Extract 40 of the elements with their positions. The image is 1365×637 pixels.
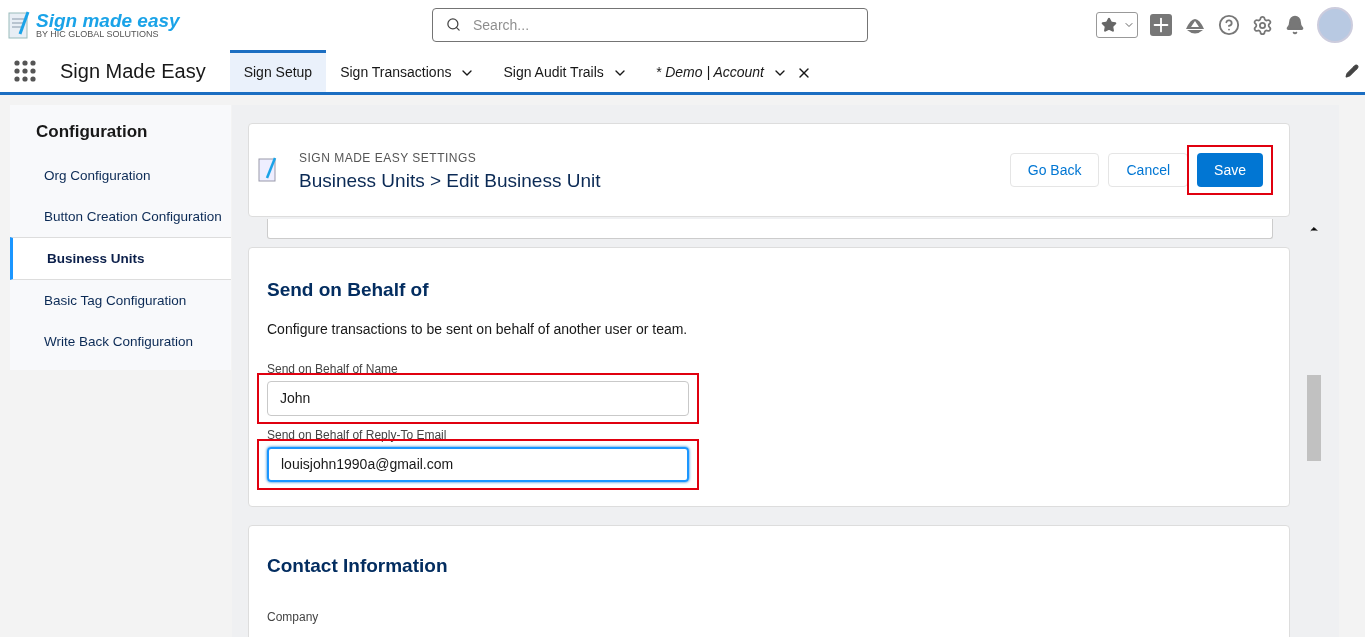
action-button[interactable]: Cancel xyxy=(1108,153,1189,187)
sidebar-item[interactable]: Button Creation Configuration xyxy=(10,195,231,237)
textarea-field[interactable] xyxy=(267,219,1273,239)
section-title: Send on Behalf of xyxy=(267,278,430,302)
logo-subtitle: BY HIC GLOBAL SOLUTIONS xyxy=(36,30,159,39)
sidebar-item[interactable]: Write Back Configuration xyxy=(10,320,231,362)
field-label: Company xyxy=(267,609,320,626)
sidebar-item[interactable]: Basic Tag Configuration xyxy=(10,279,231,321)
star-icon xyxy=(1101,17,1117,33)
action-button[interactable]: Save xyxy=(1197,153,1263,187)
document-pen-icon xyxy=(8,10,32,40)
sidebar-item[interactable]: Org Configuration xyxy=(10,154,231,196)
page-eyebrow: SIGN MADE EASY SETTINGS xyxy=(299,149,478,167)
field-label: Send on Behalf of Name xyxy=(267,360,399,378)
text-input[interactable]: louisjohn1990a@gmail.com xyxy=(267,446,689,482)
nav-tab[interactable]: * Demo | Account xyxy=(641,50,826,92)
sidebar-title: Configuration xyxy=(35,121,149,143)
scrollbar-thumb[interactable] xyxy=(1307,375,1321,461)
section-title: Contact Information xyxy=(267,553,449,578)
document-icon xyxy=(257,156,279,184)
nav-tab[interactable]: Sign Transactions xyxy=(326,50,490,92)
settings-icon[interactable] xyxy=(1252,14,1273,36)
search-icon xyxy=(446,17,461,32)
add-icon[interactable] xyxy=(1150,14,1172,36)
nav-tab[interactable]: Sign Audit Trails xyxy=(489,50,642,92)
nav-tab[interactable]: Sign Setup xyxy=(229,50,327,92)
logo-title: Sign made easy xyxy=(36,11,180,30)
app-launcher-icon[interactable] xyxy=(14,60,36,82)
edit-icon[interactable] xyxy=(1345,64,1359,78)
app-name: Sign Made Easy xyxy=(60,59,206,84)
section-description: Configure transactions to be sent on behalf of another user or team. xyxy=(267,319,689,339)
action-button[interactable]: Go Back xyxy=(1009,153,1100,187)
notifications-icon[interactable] xyxy=(1285,15,1305,35)
text-input[interactable]: John xyxy=(267,380,689,416)
favorites-button[interactable] xyxy=(1096,12,1138,38)
sidebar-item[interactable]: Business Units xyxy=(10,236,231,280)
field-label: Send on Behalf of Reply-To Email xyxy=(267,426,448,444)
page-title: Business Units > Edit Business Unit xyxy=(299,168,601,193)
search-field[interactable]: Search... xyxy=(432,8,868,42)
help-icon[interactable] xyxy=(1218,14,1240,36)
